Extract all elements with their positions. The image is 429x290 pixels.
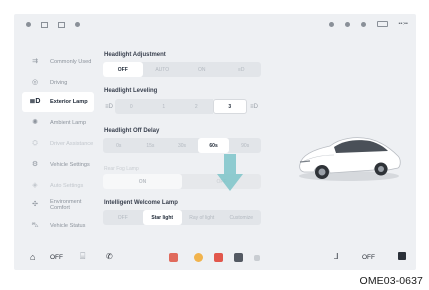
fan-control-icon[interactable] xyxy=(398,252,406,260)
settings-sidebar: ⇉ Commonly Used ◎ Driving ≣D Exterior La… xyxy=(22,52,94,242)
headlamp-icon: ≣D xyxy=(29,98,41,105)
indicator-icon xyxy=(26,22,31,27)
welcome-ray-of-light-option[interactable]: Ray of light xyxy=(182,210,222,225)
sidebar-item-driver-assistance[interactable]: ⛭ Driver Assistance xyxy=(22,134,94,154)
welcome-customize-option[interactable]: Customize xyxy=(222,210,262,225)
home-icon[interactable]: ⌂ xyxy=(30,252,35,262)
infotainment-screen: ▪▪:▪▪ ⇉ Commonly Used ◎ Driving ≣D Exter… xyxy=(14,14,416,270)
sidebar-item-environment-comfort[interactable]: ✣ Environment Comfort xyxy=(22,195,94,215)
delay-option-60s[interactable]: 60s xyxy=(197,138,230,153)
clock: ▪▪:▪▪ xyxy=(398,21,408,27)
auto-icon: ◈ xyxy=(32,182,38,189)
camera-icon xyxy=(58,22,65,28)
settings-icon xyxy=(75,22,80,27)
leveling-option-2[interactable]: 2 xyxy=(180,99,213,114)
headlight-auto-option[interactable]: AUTO xyxy=(143,62,183,77)
headlight-off-option[interactable]: OFF xyxy=(103,62,143,77)
headlight-leveling-title: Headlight Leveling xyxy=(104,88,158,94)
leveling-low-icon: ≡D xyxy=(105,103,113,110)
welcome-star-light-option[interactable]: Star light xyxy=(142,210,182,225)
left-temperature[interactable]: OFF xyxy=(50,254,63,261)
more-apps-icon[interactable] xyxy=(254,255,260,261)
leveling-option-1[interactable]: 1 xyxy=(147,99,180,114)
right-temperature[interactable]: OFF xyxy=(362,254,375,261)
delay-option-0s[interactable]: 0s xyxy=(103,138,135,153)
delay-option-30s[interactable]: 30s xyxy=(166,138,198,153)
bottom-bar: ⌂ OFF ⌸ ✆ ⅃ OFF xyxy=(14,246,416,270)
sidebar-item-exterior-lamp[interactable]: ≣D Exterior Lamp xyxy=(22,92,94,112)
fan-icon: ✣ xyxy=(32,201,38,208)
music-app-icon[interactable] xyxy=(169,253,178,262)
steering-wheel-icon: ◎ xyxy=(31,79,39,86)
headlight-off-delay-control: 0s 15s 30s 60s 90s xyxy=(103,138,261,153)
leveling-option-0[interactable]: 0 xyxy=(115,99,148,114)
phone-icon[interactable]: ✆ xyxy=(106,252,113,261)
vehicle-status-icon: ⛍ xyxy=(31,222,39,229)
ambient-lamp-icon: ✺ xyxy=(32,119,38,126)
sidebar-item-driving[interactable]: ◎ Driving xyxy=(22,73,94,93)
battery-icon xyxy=(376,21,388,27)
sidebar-item-commonly-used[interactable]: ⇉ Commonly Used xyxy=(22,52,94,72)
headlight-leveling-control: ≡D 0 1 2 3 ≡D xyxy=(103,99,261,114)
seatbelt-icon xyxy=(41,22,48,28)
low-beam-option[interactable]: ≡D xyxy=(222,62,262,77)
pointer-arrow-icon xyxy=(217,154,243,191)
leveling-high-icon: ≡D xyxy=(250,103,258,110)
sidebar-item-vehicle-status[interactable]: ⛍ Vehicle Status xyxy=(22,216,94,236)
navigation-app-icon[interactable] xyxy=(194,253,203,262)
rear-fog-on-option[interactable]: ON xyxy=(103,174,182,189)
car-settings-icon: ⚙ xyxy=(31,161,39,168)
welcome-off-option[interactable]: OFF xyxy=(103,210,143,225)
sliders-icon: ⇉ xyxy=(32,58,38,65)
headlight-off-delay-title: Headlight Off Delay xyxy=(104,128,160,134)
figure-code: OME03-0637 xyxy=(359,275,423,287)
delay-option-15s[interactable]: 15s xyxy=(135,138,167,153)
welcome-lamp-title: Intelligent Welcome Lamp xyxy=(104,200,178,206)
headlight-adjustment-title: Headlight Adjustment xyxy=(104,52,166,58)
headlight-adjustment-control: OFF AUTO ON ≡D xyxy=(103,62,261,77)
seat-heat-icon[interactable]: ⌸ xyxy=(80,251,85,262)
location-icon xyxy=(328,21,334,27)
sidebar-item-auto-settings[interactable]: ◈ Auto Settings xyxy=(22,176,94,196)
bluetooth-icon xyxy=(360,21,366,27)
apps-grid-icon[interactable] xyxy=(234,253,243,262)
headlight-on-option[interactable]: ON xyxy=(182,62,222,77)
rear-fog-title: Rear Fog Lamp xyxy=(104,166,139,172)
sidebar-item-ambient-lamp[interactable]: ✺ Ambient Lamp xyxy=(22,113,94,133)
welcome-lamp-control: OFF Star light Ray of light Customize xyxy=(103,210,261,225)
leveling-option-3[interactable]: 3 xyxy=(212,99,247,114)
delay-option-90s[interactable]: 90s xyxy=(229,138,261,153)
wifi-icon xyxy=(344,21,350,27)
seat-icon[interactable]: ⅃ xyxy=(334,252,338,261)
video-app-icon[interactable] xyxy=(214,253,223,262)
vehicle-image xyxy=(299,137,401,181)
driver-assist-icon: ⛭ xyxy=(32,140,38,147)
status-bar: ▪▪:▪▪ xyxy=(14,14,416,36)
sidebar-item-vehicle-settings[interactable]: ⚙ Vehicle Settings xyxy=(22,155,94,175)
